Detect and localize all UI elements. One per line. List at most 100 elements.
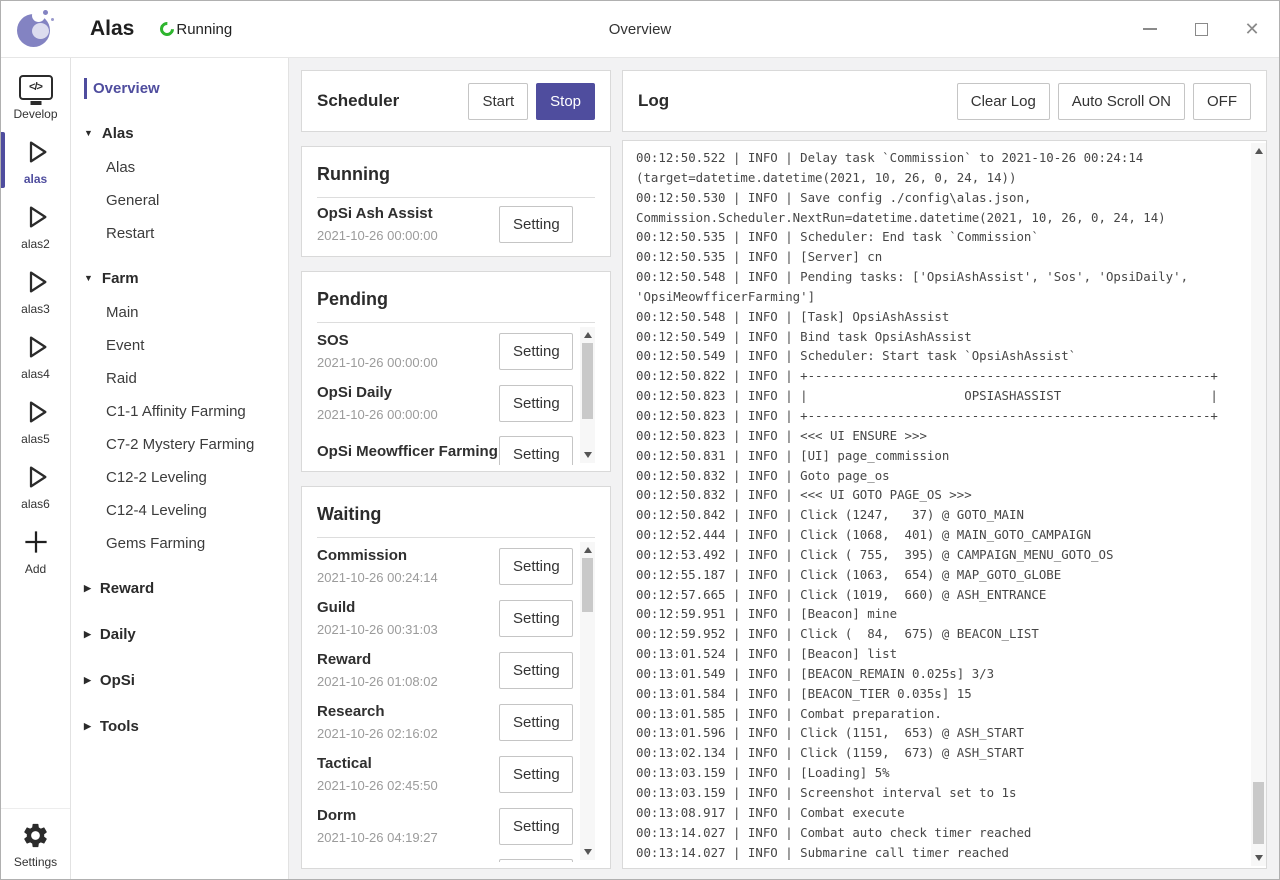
nav-item-c12-4-leveling[interactable]: C12-4 Leveling — [71, 494, 288, 527]
log-title: Log — [638, 91, 957, 111]
sidebar-item-settings[interactable]: Settings — [1, 808, 70, 879]
scroll-down-icon[interactable] — [584, 849, 592, 855]
log-line: 00:12:52.444 | INFO | Click (1068, 401) … — [636, 525, 1244, 545]
nav-item-event[interactable]: Event — [71, 329, 288, 362]
task-row: Tactical2021-10-26 02:45:50Setting — [317, 748, 573, 800]
scroll-up-icon[interactable] — [584, 332, 592, 338]
auto-scroll-off-button[interactable]: OFF — [1193, 83, 1251, 120]
task-time: 2021-10-26 02:16:02 — [317, 726, 499, 741]
sidebar-item-alas4[interactable]: alas4 — [1, 324, 70, 389]
sidebar-rail: </>Developalas alas2 alas3alas4alas5 alas6 A… — [1, 58, 71, 879]
log-line: 00:13:01.585 | INFO | Combat preparation… — [636, 704, 1244, 724]
nav-item-overview[interactable]: Overview — [71, 72, 288, 105]
scroll-down-icon[interactable] — [584, 452, 592, 458]
minimize-button[interactable] — [1143, 22, 1157, 36]
task-time: 2021-10-26 00:00:00 — [317, 228, 499, 243]
auto-scroll-on-button[interactable]: Auto Scroll ON — [1058, 83, 1185, 120]
log-line: 00:12:50.548 | INFO | [Task] OpsiAshAssi… — [636, 307, 1244, 327]
sidebar-item-add[interactable]: Add — [1, 519, 70, 584]
task-name: OpSi Ash Assist — [317, 205, 499, 223]
log-line: Commission.Scheduler.NextRun=datetime.da… — [636, 208, 1244, 228]
log-line: 00:12:50.831 | INFO | [UI] page_commissi… — [636, 446, 1244, 466]
task-info: SOS2021-10-26 00:00:00 — [317, 332, 499, 370]
nav-item-c7-2-mystery-farming[interactable]: C7-2 Mystery Farming — [71, 428, 288, 461]
nav-item-gems-farming[interactable]: Gems Farming — [71, 527, 288, 560]
nav-group-daily[interactable]: ▶Daily — [71, 617, 288, 652]
start-button[interactable]: Start — [468, 83, 528, 120]
scroll-down-icon[interactable] — [1255, 855, 1263, 861]
scroll-up-icon[interactable] — [584, 547, 592, 553]
nav-groups: ▼AlasAlasGeneralRestart ▼FarmMainEventRai… — [71, 116, 288, 744]
nav-group-farm[interactable]: ▼Farm — [71, 261, 288, 296]
scheduler-panel: Scheduler Start Stop — [301, 70, 611, 132]
task-name: Commission — [317, 547, 499, 565]
nav-group-alas[interactable]: ▼Alas — [71, 116, 288, 151]
sidebar-item-develop[interactable]: </>Develop — [1, 64, 70, 129]
running-list: OpSi Ash Assist 2021-10-26 00:00:00Settin… — [317, 198, 595, 250]
sidebar-item-label: alas2 — [21, 237, 50, 251]
triangle-down-icon: ▼ — [84, 273, 93, 283]
sidebar-item-label: alas6 — [21, 497, 50, 511]
clear-log-button[interactable]: Clear Log — [957, 83, 1050, 120]
sidebar-item-label: Add — [25, 562, 46, 576]
log-line: 00:12:53.492 | INFO | Click ( 755, 395) … — [636, 545, 1244, 565]
maximize-button[interactable] — [1194, 22, 1208, 36]
task-setting-button[interactable]: Setting — [499, 548, 573, 585]
stop-button[interactable]: Stop — [536, 83, 595, 120]
nav-item-c1-1-affinity-farming[interactable]: C1-1 Affinity Farming — [71, 395, 288, 428]
task-setting-button[interactable]: Setting — [499, 756, 573, 793]
sidebar-item-alas6[interactable]: alas6 — [1, 454, 70, 519]
sidebar-spacer — [1, 584, 70, 808]
task-setting-button[interactable]: Setting — [499, 600, 573, 637]
nav-item-restart[interactable]: Restart — [71, 217, 288, 250]
window-controls: ✕ — [1143, 1, 1259, 57]
task-info: Tactical2021-10-26 02:45:50 — [317, 755, 499, 793]
task-row: Dorm2021-10-26 04:19:27Setting — [317, 800, 573, 852]
task-setting-button[interactable]: Setting — [499, 652, 573, 689]
sidebar-item-alas2[interactable]: alas2 — [1, 194, 70, 259]
task-name: Research — [317, 703, 499, 721]
task-setting-button[interactable]: Setting — [499, 704, 573, 741]
task-setting-button[interactable]: Setting — [499, 333, 573, 370]
scroll-up-icon[interactable] — [1255, 148, 1263, 154]
scrollbar-thumb[interactable] — [582, 558, 593, 612]
nav-group-label: Tools — [100, 718, 139, 735]
task-row: OpSi Meowfficer FarmingSetting — [317, 429, 573, 465]
waiting-scrollbar[interactable] — [580, 542, 595, 860]
log-line: 00:12:50.842 | INFO | Click (1247, 37) @… — [636, 505, 1244, 525]
close-button[interactable]: ✕ — [1245, 22, 1259, 36]
task-setting-button[interactable]: Setting — [499, 808, 573, 845]
task-info: Guild2021-10-26 00:31:03 — [317, 599, 499, 637]
nav-item-general[interactable]: General — [71, 184, 288, 217]
task-time: 2021-10-26 00:00:00 — [317, 355, 499, 370]
nav-item-c12-2-leveling[interactable]: C12-2 Leveling — [71, 461, 288, 494]
log-line: 00:13:02.134 | INFO | Click (1159, 673) … — [636, 743, 1244, 763]
nav-item-main[interactable]: Main — [71, 296, 288, 329]
task-time: 2021-10-26 04:19:27 — [317, 830, 499, 845]
play-icon — [21, 397, 51, 427]
nav-item-raid[interactable]: Raid — [71, 362, 288, 395]
sidebar-item-alas3[interactable]: alas3 — [1, 259, 70, 324]
waiting-panel: Waiting Commission2021-10-26 00:24:14Set… — [301, 486, 611, 869]
nav-group-reward[interactable]: ▶Reward — [71, 571, 288, 606]
nav-group-opsi[interactable]: ▶OpSi — [71, 663, 288, 698]
waiting-title: Waiting — [317, 500, 595, 538]
log-line: 00:12:50.535 | INFO | Scheduler: End tas… — [636, 227, 1244, 247]
nav-group-tools[interactable]: ▶Tools — [71, 709, 288, 744]
play-icon — [21, 267, 51, 297]
sidebar-item-alas[interactable]: alas — [1, 129, 70, 194]
sidebar-item-alas5[interactable]: alas5 — [1, 389, 70, 454]
task-setting-button[interactable]: Setting — [499, 436, 573, 465]
task-setting-button[interactable]: Setting — [499, 859, 573, 862]
task-row: OpSi Ash Assist 2021-10-26 00:00:00Settin… — [317, 198, 573, 250]
task-setting-button[interactable]: Setting — [499, 385, 573, 422]
nav-item-alas[interactable]: Alas — [71, 151, 288, 184]
task-setting-button[interactable]: Setting — [499, 206, 573, 243]
scrollbar-thumb[interactable] — [582, 343, 593, 419]
log-scrollbar[interactable] — [1251, 143, 1266, 866]
log-line: 00:12:50.530 | INFO | Save config ./conf… — [636, 188, 1244, 208]
log-line: 'OpsiMeowfficerFarming'] — [636, 287, 1244, 307]
pending-scrollbar[interactable] — [580, 327, 595, 463]
log-line: 00:13:03.159 | INFO | Screenshot interva… — [636, 783, 1244, 803]
scrollbar-thumb[interactable] — [1253, 782, 1264, 844]
